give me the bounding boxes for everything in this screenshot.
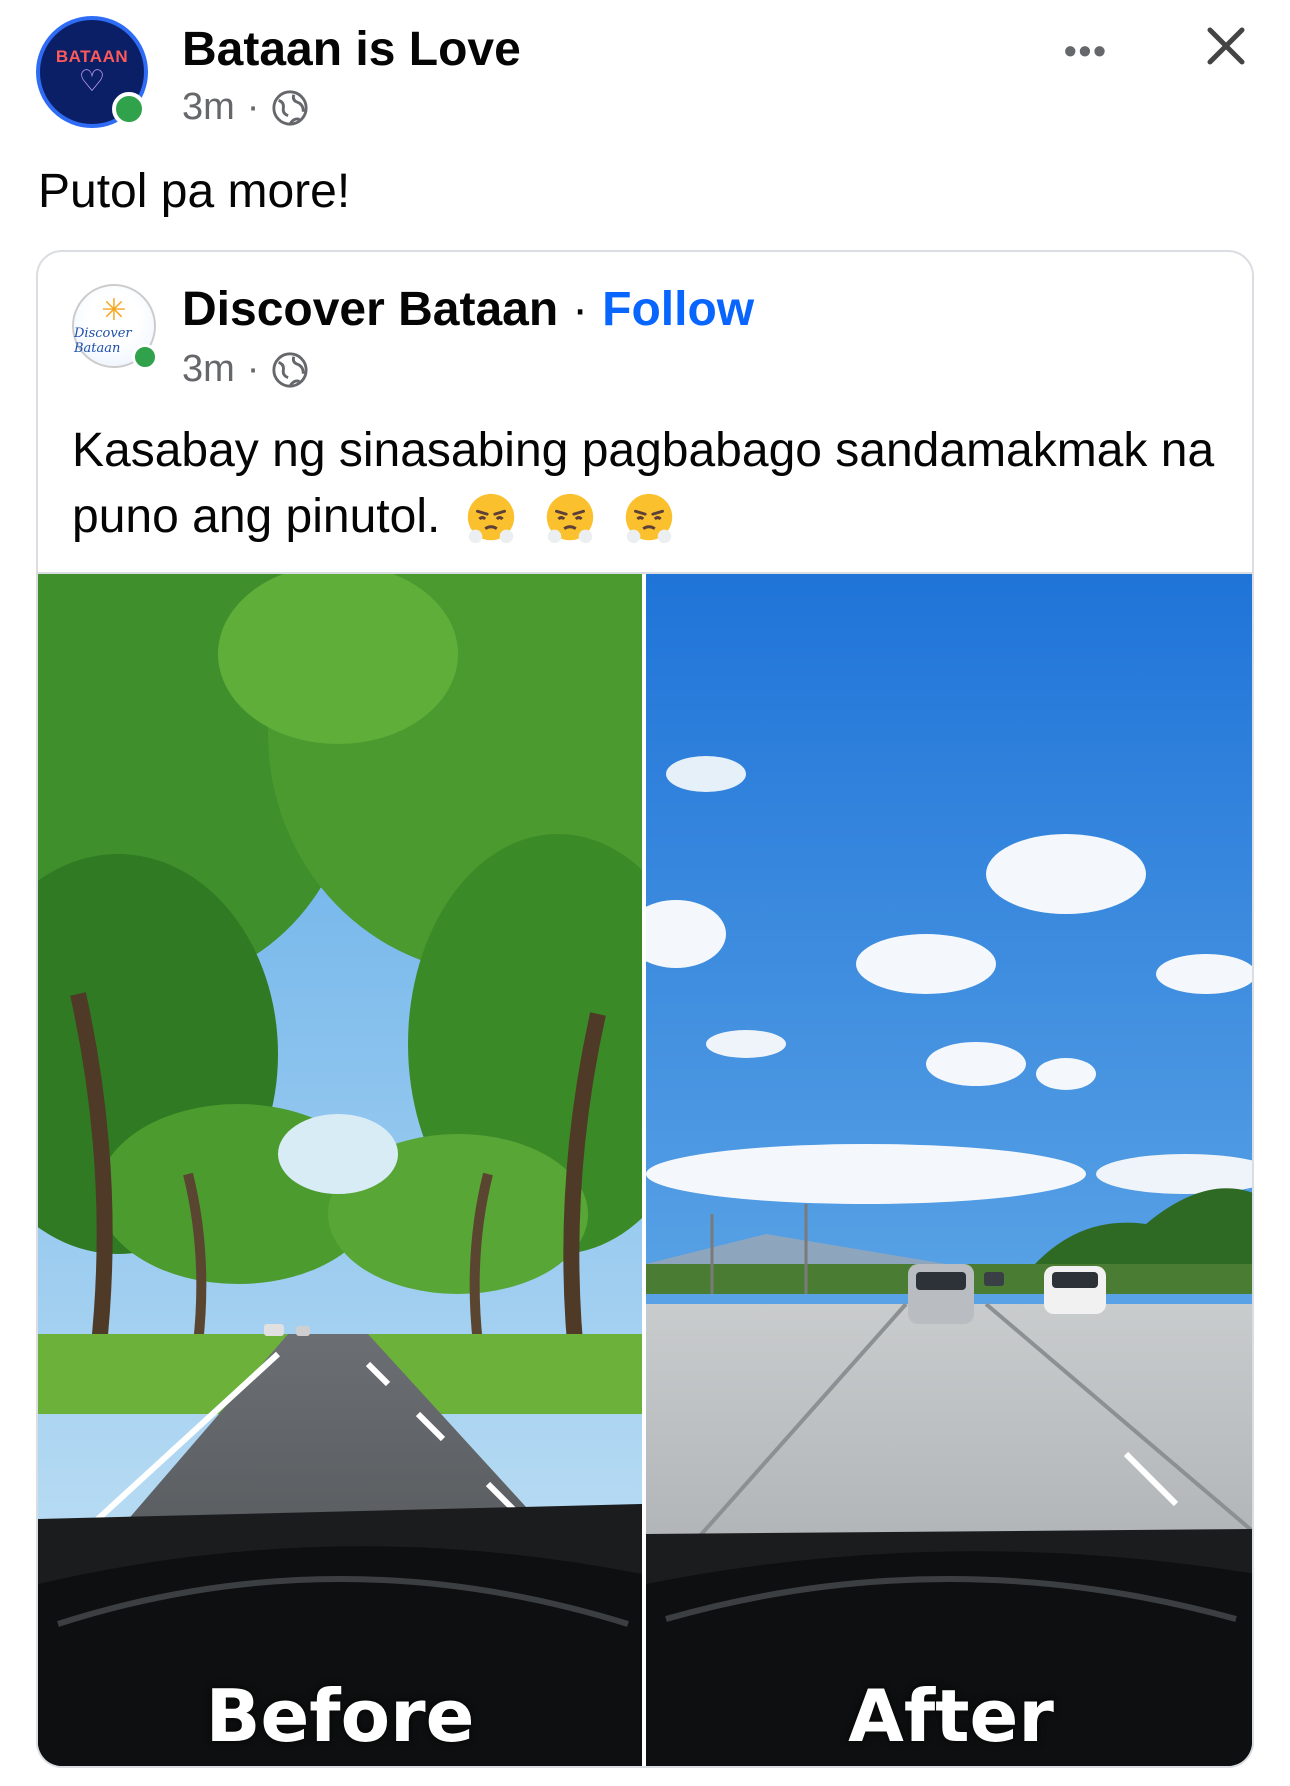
author-avatar[interactable]: BATAAN ♡ [36, 16, 156, 136]
shared-post-image[interactable]: Before After [38, 572, 1252, 1766]
shared-post-card[interactable]: ✳ Discover Bataan Discover Bataan · Foll… [36, 250, 1254, 1768]
author-name[interactable]: Bataan is Love [182, 22, 521, 77]
shared-meta: 3m · [182, 348, 309, 391]
before-label: Before [205, 1674, 475, 1758]
shared-meta-separator: · [246, 348, 260, 390]
face-with-steam-from-nose-icon [626, 494, 673, 544]
heart-icon: ♡ [78, 65, 106, 98]
more-options-button[interactable]: ••• [1064, 30, 1108, 72]
before-image-panel: Before [38, 574, 642, 1766]
close-icon[interactable] [1196, 16, 1256, 76]
cleared-highway-illustration [646, 574, 1252, 1766]
after-image-panel: After [646, 574, 1252, 1766]
tree-lined-road-illustration [38, 574, 642, 1766]
follow-button[interactable]: Follow [602, 282, 754, 337]
online-status-dot [112, 92, 146, 126]
globe-icon [272, 351, 309, 388]
shared-header: Discover Bataan · Follow [182, 282, 754, 337]
shared-time[interactable]: 3m [182, 348, 235, 391]
post-text: Putol pa more! [38, 165, 351, 218]
face-with-steam-from-nose-icon [546, 494, 594, 544]
shared-author-name[interactable]: Discover Bataan [182, 282, 558, 337]
face-with-steam-from-nose-icon [467, 494, 514, 544]
meta-separator: · [246, 86, 260, 128]
globe-icon [272, 89, 309, 126]
post-time[interactable]: 3m [182, 86, 235, 129]
shared-post-text: Kasabay ng sinasabing pagbabago sandamak… [72, 418, 1222, 550]
shared-online-dot [132, 344, 158, 370]
shared-author-avatar[interactable]: ✳ Discover Bataan [72, 284, 158, 370]
after-label: After [848, 1674, 1054, 1758]
post-meta: 3m · [182, 86, 309, 129]
star-logo-icon: ✳ [101, 294, 127, 327]
shared-separator: · [572, 283, 589, 336]
post-header: BATAAN ♡ Bataan is Love 3m · ••• [36, 16, 1256, 136]
avatar-logo-text: BATAAN [55, 47, 129, 66]
